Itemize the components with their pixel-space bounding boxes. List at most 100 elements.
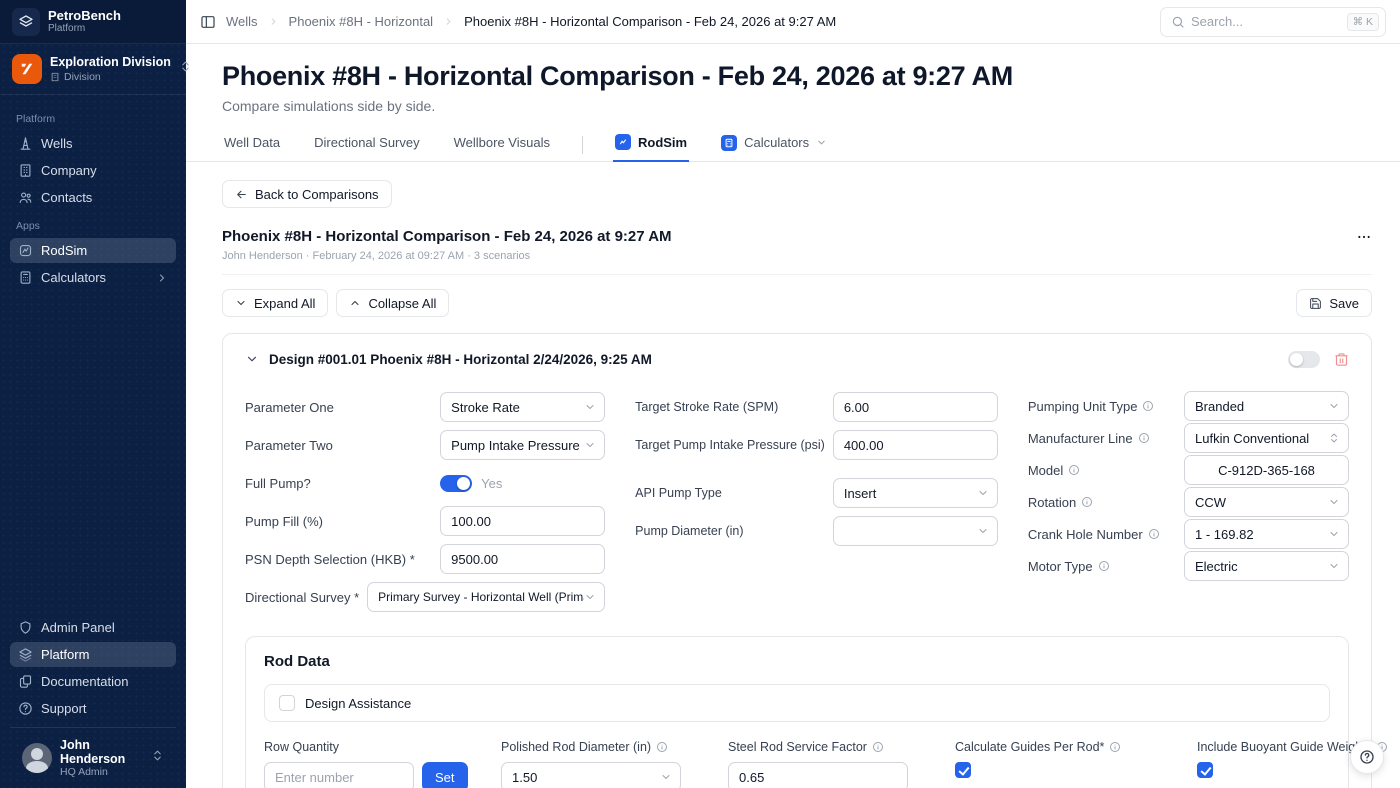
sidebar-item-calculators[interactable]: Calculators: [10, 265, 176, 290]
design-toggle[interactable]: [1288, 351, 1320, 368]
motor-type-select[interactable]: Electric: [1184, 551, 1349, 581]
select-value: 1.50: [512, 770, 660, 785]
field-label: Rotation: [1028, 495, 1093, 510]
field-label: Row Quantity: [264, 740, 339, 754]
info-icon: [872, 741, 884, 753]
brand-name: PetroBench: [48, 9, 121, 23]
crank-hole-number-select[interactable]: 1 - 169.82: [1184, 519, 1349, 549]
help-circle-icon: [1359, 749, 1375, 765]
help-button[interactable]: [1350, 740, 1384, 774]
directional-survey-select[interactable]: Primary Survey - Horizontal Well (Primar…: [367, 582, 605, 612]
shield-icon: [18, 620, 33, 635]
tab-well-data[interactable]: Well Data: [222, 129, 282, 160]
sidebar-item-contacts[interactable]: Contacts: [10, 185, 176, 210]
expand-all-label: Expand All: [254, 296, 315, 311]
brand-header[interactable]: PetroBench Platform: [0, 0, 186, 44]
toggle-state-label: Yes: [481, 476, 502, 491]
design-assistance-checkbox[interactable]: [279, 695, 295, 711]
select-value: Electric: [1195, 559, 1328, 574]
field-psn-depth: PSN Depth Selection (HKB) *: [245, 544, 605, 574]
parameter-one-select[interactable]: Stroke Rate: [440, 392, 605, 422]
field-label: Steel Rod Service Factor: [728, 740, 867, 754]
select-value: Insert: [844, 486, 977, 501]
org-switcher[interactable]: Exploration Division Division: [0, 44, 186, 95]
set-button[interactable]: Set: [422, 762, 468, 788]
breadcrumb-item[interactable]: Wells: [226, 14, 258, 29]
more-options-button[interactable]: [1356, 229, 1372, 245]
row-quantity-input[interactable]: [264, 762, 414, 788]
sidebar-item-platform[interactable]: Platform: [10, 642, 176, 667]
sidebar-item-rodsim[interactable]: RodSim: [10, 238, 176, 263]
target-pump-intake-input[interactable]: [833, 430, 998, 460]
chevron-down-icon[interactable]: [245, 352, 259, 366]
field-label: PSN Depth Selection (HKB) *: [245, 552, 415, 567]
sidebar-item-company[interactable]: Company: [10, 158, 176, 183]
search-input[interactable]: [1191, 14, 1341, 29]
pumping-unit-type-select[interactable]: Branded: [1184, 391, 1349, 421]
field-full-pump: Full Pump? Yes: [245, 468, 605, 498]
page-subtitle: Compare simulations side by side.: [222, 98, 1372, 114]
save-button[interactable]: Save: [1296, 289, 1372, 317]
model-input[interactable]: [1184, 455, 1349, 485]
user-menu[interactable]: John Henderson HQ Admin: [10, 727, 176, 788]
full-pump-toggle[interactable]: [440, 475, 472, 492]
sidebar-item-wells[interactable]: Wells: [10, 131, 176, 156]
delete-design-button[interactable]: [1334, 352, 1349, 367]
topbar: Wells Phoenix #8H - Horizontal Phoenix #…: [186, 0, 1400, 44]
pump-fill-input[interactable]: [440, 506, 605, 536]
form-column-3: Pumping Unit Type Branded Manufacturer L…: [1028, 392, 1349, 620]
calculate-guides-checkbox[interactable]: [955, 762, 971, 778]
collapse-all-button[interactable]: Collapse All: [336, 289, 449, 317]
sidebar-item-label: Admin Panel: [41, 620, 115, 635]
field-label: Pumping Unit Type: [1028, 399, 1155, 414]
tab-label: Well Data: [224, 135, 280, 150]
field-label: Crank Hole Number: [1028, 527, 1160, 542]
chevron-right-icon: [268, 16, 279, 27]
expand-all-button[interactable]: Expand All: [222, 289, 328, 317]
api-pump-type-select[interactable]: Insert: [833, 478, 998, 508]
chevron-down-icon: [660, 771, 672, 783]
tab-calculators[interactable]: Calculators: [719, 129, 829, 161]
field-parameter-one: Parameter One Stroke Rate: [245, 392, 605, 422]
sidebar-item-admin-panel[interactable]: Admin Panel: [10, 615, 176, 640]
nav-section-apps: Apps: [16, 220, 170, 232]
steel-rod-service-factor-input[interactable]: [728, 762, 908, 788]
sidebar-item-documentation[interactable]: Documentation: [10, 669, 176, 694]
tab-directional-survey[interactable]: Directional Survey: [312, 129, 422, 160]
field-label: Calculate Guides Per Rod*: [955, 740, 1104, 754]
save-icon: [1309, 297, 1322, 310]
manufacturer-line-select[interactable]: Lufkin Conventional: [1184, 423, 1349, 453]
comparison-title-row: Phoenix #8H - Horizontal Comparison - Fe…: [222, 228, 1372, 245]
search-box[interactable]: ⌘ K: [1160, 7, 1386, 37]
field-label: Manufacturer Line: [1028, 431, 1150, 446]
info-icon: [1081, 496, 1093, 508]
chevron-down-icon: [977, 487, 989, 499]
rotation-select[interactable]: CCW: [1184, 487, 1349, 517]
pump-diameter-select[interactable]: [833, 516, 998, 546]
select-value: Primary Survey - Horizontal Well (Primar…: [378, 590, 584, 604]
field-api-pump-type: API Pump Type Insert: [635, 478, 998, 508]
sidebar-item-support[interactable]: Support: [10, 696, 176, 721]
field-label: Parameter One: [245, 400, 334, 415]
select-value: 1 - 169.82: [1195, 527, 1328, 542]
sidebar: PetroBench Platform Exploration Division…: [0, 0, 186, 788]
back-to-comparisons-button[interactable]: Back to Comparisons: [222, 180, 392, 208]
target-stroke-rate-input[interactable]: [833, 392, 998, 422]
sidebar-item-label: Wells: [41, 136, 73, 151]
tab-divider: [582, 136, 583, 154]
save-button-label: Save: [1329, 296, 1359, 311]
chevron-down-icon: [1328, 560, 1340, 572]
chevron-down-icon: [1328, 496, 1340, 508]
breadcrumb-item[interactable]: Phoenix #8H - Horizontal: [289, 14, 434, 29]
sidebar-toggle-icon[interactable]: [200, 14, 216, 30]
org-logo-icon: [12, 54, 42, 84]
arrow-left-icon: [235, 188, 248, 201]
psn-depth-input[interactable]: [440, 544, 605, 574]
include-buoyant-checkbox[interactable]: [1197, 762, 1213, 778]
parameter-two-select[interactable]: Pump Intake Pressure: [440, 430, 605, 460]
polished-rod-diameter-select[interactable]: 1.50: [501, 762, 681, 788]
form-column-2: Target Stroke Rate (SPM) Target Pump Int…: [635, 392, 998, 620]
tab-rodsim[interactable]: RodSim: [613, 128, 689, 162]
info-icon: [656, 741, 668, 753]
tab-wellbore-visuals[interactable]: Wellbore Visuals: [452, 129, 552, 160]
